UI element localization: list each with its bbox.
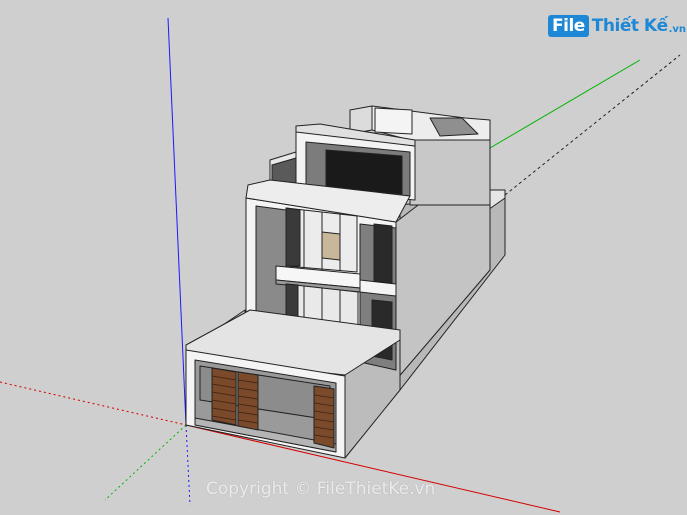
right-slot-upper	[373, 223, 393, 284]
sketchup-viewport[interactable]	[0, 0, 687, 515]
upper-curtain	[321, 231, 341, 261]
copyright-watermark: Copyright © FileThietKe.vn	[206, 479, 436, 499]
filethietke-logo: File Thiết Kế .vn	[548, 15, 686, 37]
house-model[interactable]	[185, 105, 506, 459]
top-stair-box	[374, 107, 413, 135]
logo-name: Thiết Kế	[591, 16, 668, 36]
blue-axis-dotted	[185, 424, 191, 506]
blue-axis	[167, 17, 187, 426]
model-canvas[interactable]	[0, 0, 687, 515]
upper-dark-panel	[285, 207, 301, 267]
top-block-side	[409, 139, 491, 206]
red-axis-dotted	[0, 381, 187, 426]
logo-file-badge: File	[548, 15, 589, 37]
green-axis-dotted	[104, 424, 187, 501]
logo-tld: .vn	[668, 23, 687, 35]
guide-dotted	[504, 54, 681, 196]
green-axis	[489, 59, 641, 149]
